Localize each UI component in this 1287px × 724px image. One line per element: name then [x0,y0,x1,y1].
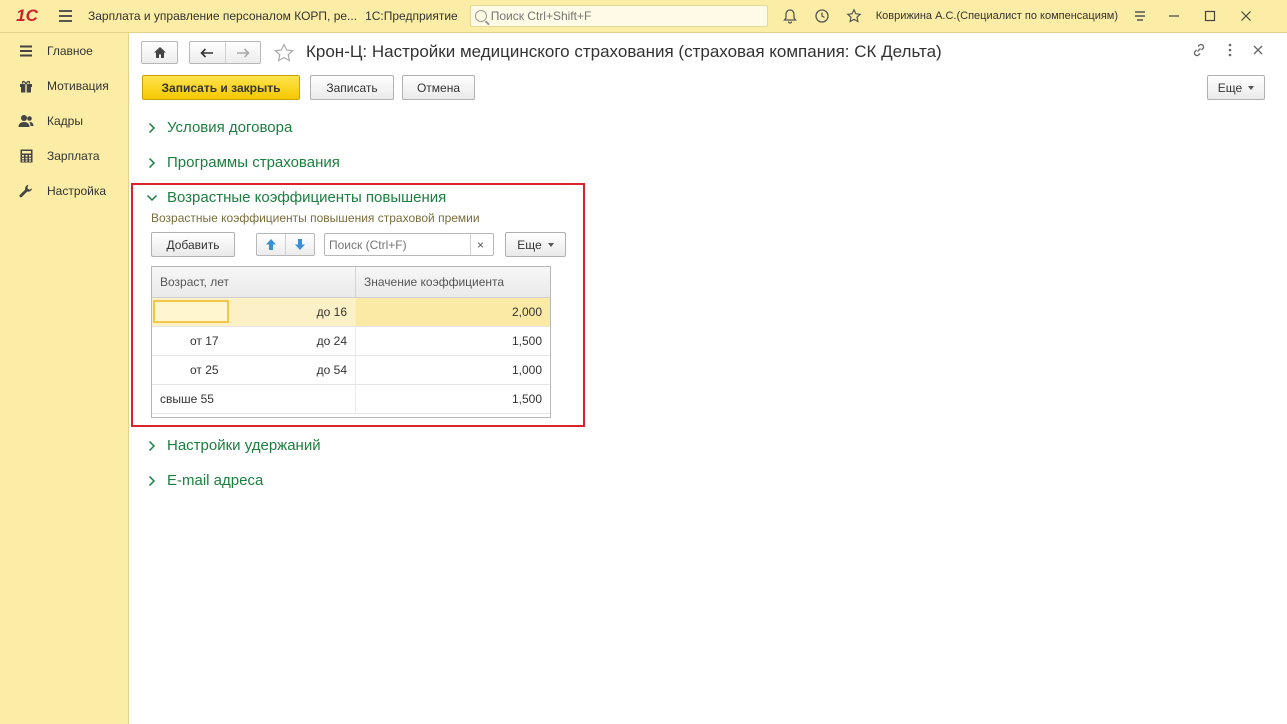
table-more-button[interactable]: Еще [505,232,566,257]
chevron-down-icon [547,242,554,247]
more-button-label: Еще [1217,80,1243,95]
title-bar: 1С Зарплата и управление персоналом КОРП… [0,0,1287,33]
history-nav-group [189,41,261,64]
platform-name: 1С:Предприятие [365,9,458,23]
sidebar-item-label: Зарплата [47,148,100,163]
bell-icon[interactable] [774,0,806,33]
more-button[interactable]: Еще [1207,75,1265,100]
section-title: E-mail адреса [167,472,264,489]
app-logo: 1С [16,6,38,25]
move-up-button[interactable] [257,234,285,255]
age-from-cell[interactable]: свыше 55 [152,385,292,413]
history-icon[interactable] [806,0,838,33]
coefficient-cell[interactable]: 2,000 [356,298,550,326]
coefficient-cell[interactable]: 1,000 [356,356,550,384]
home-button[interactable] [141,41,178,64]
section-title: Настройки удержаний [167,437,321,454]
settings-lines-icon[interactable] [1124,0,1156,33]
add-row-button[interactable]: Добавить [151,232,235,257]
table-search: × [324,233,494,256]
sidebar-item-motivation[interactable]: Мотивация [0,68,128,103]
sidebar-item-settings[interactable]: Настройка [0,173,128,208]
table-row[interactable]: от 25 до 54 1,000 [152,356,550,385]
sidebar-item-label: Мотивация [47,78,109,93]
menu-lines-icon [18,43,34,59]
global-search[interactable] [469,5,768,27]
people-icon [18,113,34,129]
coefficient-cell[interactable]: 1,500 [356,385,550,413]
app-title: Зарплата и управление персоналом КОРП, р… [88,9,358,23]
link-icon[interactable] [1189,42,1209,62]
age-coefficients-table: Возраст, лет Значение коэффициента до 16… [151,266,551,418]
table-row[interactable]: до 16 2,000 [152,298,550,327]
favorite-star-icon[interactable] [273,42,295,64]
maximize-icon[interactable] [1192,0,1228,33]
save-button[interactable]: Записать [310,75,394,100]
table-row[interactable]: свыше 55 1,500 [152,385,550,414]
close-window-icon[interactable] [1228,0,1264,33]
chevron-down-icon [1248,85,1255,90]
age-to-cell[interactable]: до 54 [233,356,356,384]
search-icon [474,10,487,22]
section-insurance-programs[interactable]: Программы страхования [146,154,340,171]
age-table-caption: Возрастные коэффициенты повышения страхо… [151,211,480,225]
sidebar-item-salary[interactable]: Зарплата [0,138,128,173]
sidebar-item-hr[interactable]: Кадры [0,103,128,138]
document-title: Крон-Ц: Настройки медицинского страхован… [306,42,942,61]
calculator-icon [18,148,34,164]
chevron-right-icon [146,475,158,487]
sidebar-item-label: Кадры [47,113,83,128]
close-form-icon[interactable] [1248,42,1268,62]
cancel-button[interactable]: Отмена [402,75,475,100]
section-contract-terms[interactable]: Условия договора [146,119,292,136]
sections-sidebar: Главное Мотивация Кадры Зарплата Настрой… [0,33,129,724]
age-to-cell[interactable]: до 24 [233,327,356,355]
global-search-input[interactable] [490,9,761,23]
main-content: Крон-Ц: Настройки медицинского страхован… [130,33,1287,724]
chevron-right-icon [146,157,158,169]
age-from-cell[interactable]: от 17 [152,327,233,355]
wrench-icon [18,183,34,199]
section-title: Возрастные коэффициенты повышения [167,189,447,206]
section-age-coefficients[interactable]: Возрастные коэффициенты повышения [146,189,446,206]
minimize-icon[interactable] [1156,0,1192,33]
favorites-star-icon[interactable] [838,0,870,33]
column-header-value[interactable]: Значение коэффициента [356,267,550,297]
save-and-close-button[interactable]: Записать и закрыть [142,75,300,100]
chevron-right-icon [146,122,158,134]
move-row-group [256,233,315,256]
chevron-down-icon [146,192,158,204]
home-icon [153,47,166,58]
coefficient-cell[interactable]: 1,500 [356,327,550,355]
age-from-cell[interactable]: от 25 [152,356,233,384]
arrow-right-icon [236,47,250,58]
age-to-cell[interactable]: до 16 [229,298,356,326]
forward-button[interactable] [226,42,261,63]
move-down-button[interactable] [285,234,314,255]
section-title: Программы страхования [167,154,340,171]
gift-icon [18,78,34,94]
section-email[interactable]: E-mail адреса [146,472,263,489]
age-from-cell[interactable] [153,300,229,323]
arrow-up-icon [266,239,276,250]
arrow-left-icon [200,47,214,58]
section-title: Условия договора [167,119,293,136]
column-header-age[interactable]: Возраст, лет [152,267,356,297]
sidebar-item-main[interactable]: Главное [0,33,128,68]
current-user[interactable]: Коврижина А.С.(Специалист по компенсация… [876,10,1118,22]
table-row[interactable]: от 17 до 24 1,500 [152,327,550,356]
more-button-label: Еще [517,237,542,252]
chevron-right-icon [146,440,158,452]
main-menu-icon[interactable] [54,0,76,33]
clear-search-icon[interactable]: × [470,234,490,255]
arrow-down-icon [295,239,305,250]
table-header: Возраст, лет Значение коэффициента [152,267,550,298]
age-to-cell[interactable] [292,385,356,413]
sidebar-item-label: Настройка [47,183,107,198]
sidebar-item-label: Главное [47,43,93,58]
table-search-input[interactable] [325,237,470,252]
more-vertical-icon[interactable] [1220,42,1240,62]
section-deductions[interactable]: Настройки удержаний [146,437,321,454]
back-button[interactable] [190,42,225,63]
